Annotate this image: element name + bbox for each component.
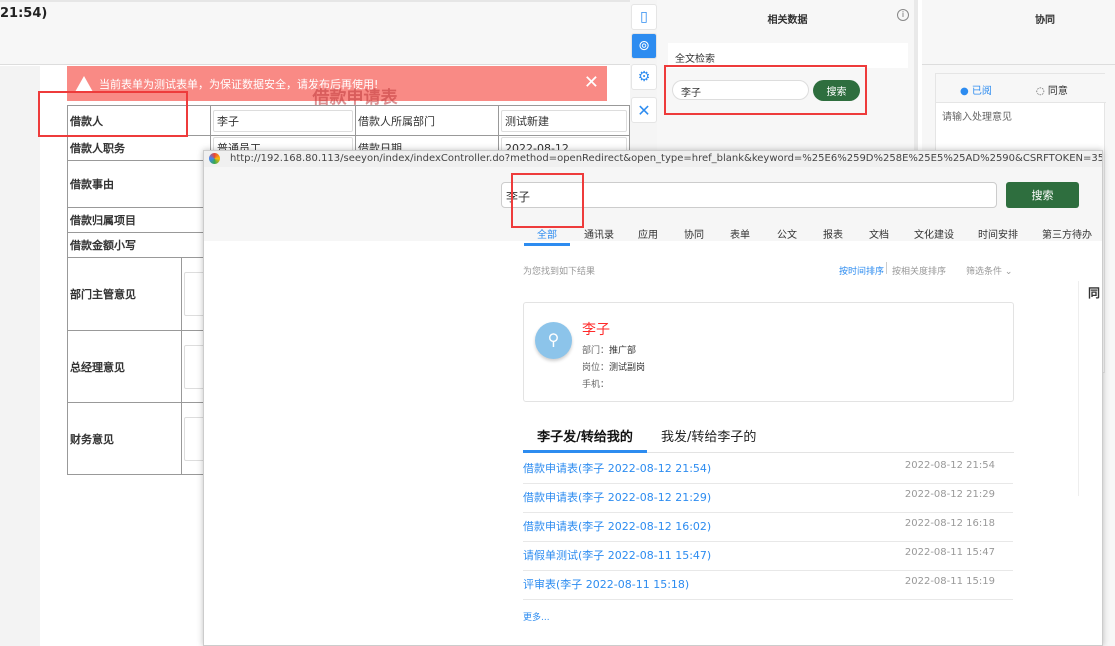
result-hint: 为您找到如下结果	[523, 267, 596, 277]
post-value: 测试副岗	[609, 363, 646, 373]
browser-icon	[209, 153, 220, 164]
list-item[interactable]: 借款申请表(李子 2022-08-12 16:02) 2022-08-12 16:…	[523, 513, 1013, 542]
tab-all[interactable]: 全部	[524, 226, 570, 246]
book-icon[interactable]: ▯	[631, 4, 657, 30]
read-label: 已阅	[971, 86, 992, 97]
info-icon[interactable]: i	[897, 9, 909, 21]
popup-url: http://192.168.80.113/seeyon/index/index…	[230, 153, 1102, 164]
label-gm-opinion: 总经理意见	[67, 330, 182, 403]
tab-contacts[interactable]: 通讯录	[584, 226, 614, 241]
person-card[interactable]: ⚲ 李子 部门：推广部 岗位：测试副岗 手机：	[523, 302, 1014, 402]
item-date: 2022-08-12 21:29	[904, 489, 995, 500]
highlight-box	[38, 91, 188, 137]
close-icon[interactable]: ✕	[631, 97, 657, 123]
item-date: 2022-08-11 15:47	[904, 547, 995, 558]
highlight-box	[511, 173, 584, 228]
person-phone: 手机：	[582, 380, 610, 390]
item-title[interactable]: 借款申请表(李子 2022-08-12 21:29)	[523, 489, 711, 505]
tab-third-party[interactable]: 第三方待办	[1042, 226, 1092, 241]
opinion-textarea[interactable]: 请输入处理意见	[942, 108, 1012, 123]
filter-dropdown[interactable]: 筛选条件 ⌄	[966, 264, 1012, 277]
collab-title: 协同	[1035, 15, 1055, 26]
label-reason: 借款事由	[67, 160, 211, 208]
tab-files[interactable]: 文档	[869, 226, 889, 241]
label-finance-opinion: 财务意见	[67, 402, 182, 475]
list-item[interactable]: 借款申请表(李子 2022-08-12 21:54) 2022-08-12 21:…	[523, 455, 1013, 484]
item-date: 2022-08-12 21:54	[904, 460, 995, 471]
popup-url-bar: http://192.168.80.113/seeyon/index/index…	[204, 151, 1102, 167]
borrower-field[interactable]: 李子	[213, 109, 353, 132]
tab-apps[interactable]: 应用	[638, 226, 658, 241]
item-title[interactable]: 评审表(李子 2022-08-11 15:18)	[523, 576, 689, 592]
label-position: 借款人职务	[67, 135, 211, 161]
flow-icon[interactable]: ⚙	[631, 64, 657, 90]
label-dept: 借款人所属部门	[355, 105, 499, 136]
link-icon[interactable]: ⊚	[631, 33, 657, 59]
tab-reports[interactable]: 报表	[823, 226, 843, 241]
label-dept-opinion: 部门主管意见	[67, 257, 182, 331]
chevron-down-icon: ⌄	[1004, 267, 1013, 277]
subtab-from-lizi[interactable]: 李子发/转给我的	[523, 426, 647, 453]
list-item[interactable]: 借款申请表(李子 2022-08-12 21:29) 2022-08-12 21:…	[523, 484, 1013, 513]
person-post: 岗位：测试副岗	[582, 360, 645, 373]
tab-schedule[interactable]: 时间安排	[978, 226, 1018, 241]
popup-search-button[interactable]: 搜索	[1006, 182, 1079, 208]
item-title[interactable]: 借款申请表(李子 2022-08-12 21:54)	[523, 460, 711, 476]
person-name[interactable]: 李子	[582, 319, 610, 339]
warning-icon	[75, 75, 93, 92]
read-option[interactable]: ● 已阅	[960, 82, 992, 97]
divider	[922, 64, 1115, 65]
subtab-to-lizi[interactable]: 我发/转给李子的	[661, 426, 756, 445]
person-dept: 部门：推广部	[582, 343, 636, 356]
filter-label: 筛选条件	[966, 267, 1003, 277]
sort-by-time[interactable]: 按时间排序	[839, 264, 884, 277]
agree-option[interactable]: ◌ 同意	[1036, 82, 1068, 97]
tab-culture[interactable]: 文化建设	[914, 226, 954, 241]
highlight-box	[664, 65, 867, 115]
item-title[interactable]: 借款申请表(李子 2022-08-12 16:02)	[523, 518, 711, 534]
label-amount: 借款金额小写	[67, 232, 211, 258]
dept-label: 部门：	[582, 346, 610, 356]
item-title[interactable]: 请假单测试(李子 2022-08-11 15:47)	[523, 547, 711, 563]
panel-title: 相关数据	[767, 15, 808, 26]
tab-documents[interactable]: 公文	[777, 226, 797, 241]
dept-value: 推广部	[609, 346, 637, 356]
item-date: 2022-08-11 15:19	[904, 576, 995, 587]
post-label: 岗位：	[582, 363, 610, 373]
background-title: 21:54)	[0, 6, 48, 21]
dept-field[interactable]: 测试新建	[501, 109, 627, 132]
background-header	[0, 0, 630, 65]
more-link[interactable]: 更多...	[523, 610, 550, 623]
left-strip	[0, 66, 40, 646]
tab-collab[interactable]: 协同	[684, 226, 704, 241]
label-project: 借款归属项目	[67, 207, 211, 233]
side-section-title: 同	[1088, 286, 1101, 300]
agree-label: 同意	[1047, 86, 1068, 97]
close-icon[interactable]: ✕	[584, 72, 599, 93]
list-item[interactable]: 评审表(李子 2022-08-11 15:18) 2022-08-11 15:19	[523, 571, 1013, 600]
sort-by-relevance[interactable]: 按相关度排序	[892, 264, 946, 277]
item-date: 2022-08-12 16:18	[904, 518, 995, 529]
avatar: ⚲	[535, 322, 572, 359]
search-popup-window: http://192.168.80.113/seeyon/index/index…	[203, 150, 1103, 646]
tab-forms[interactable]: 表单	[730, 226, 750, 241]
list-item[interactable]: 请假单测试(李子 2022-08-11 15:47) 2022-08-11 15:…	[523, 542, 1013, 571]
